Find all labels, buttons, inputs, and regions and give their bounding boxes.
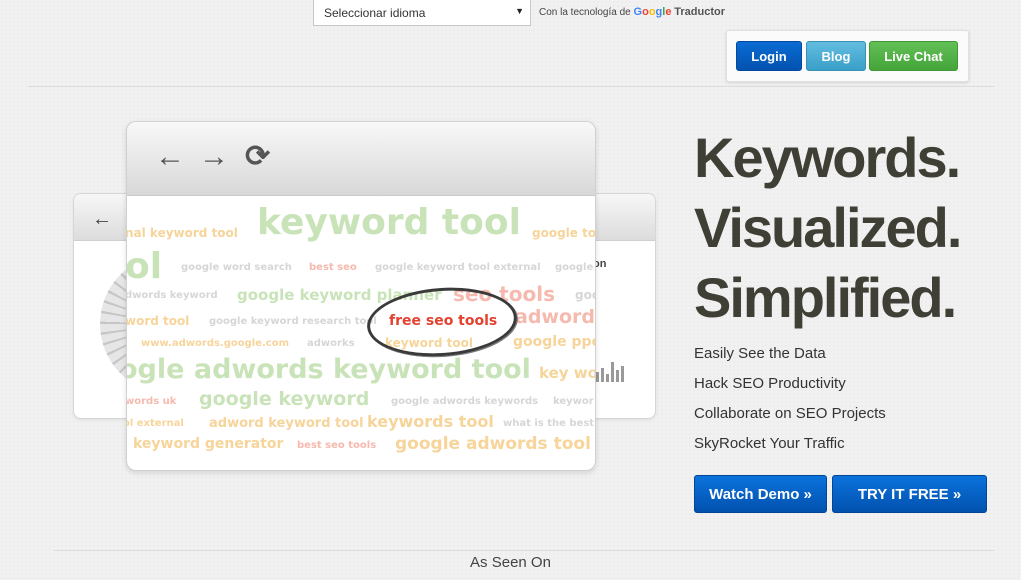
cloud-word: google keyword tool external: [375, 262, 541, 273]
auth-panel: Login Blog Live Chat: [726, 30, 969, 82]
divider-bottom: [54, 550, 994, 551]
try-it-free-button[interactable]: TRY IT FREE »: [832, 475, 987, 513]
cloud-word: goo: [575, 288, 595, 302]
watch-demo-button[interactable]: Watch Demo »: [694, 475, 827, 513]
feature-item: SkyRocket Your Traffic: [694, 435, 845, 452]
language-select[interactable]: Seleccionar idioma ▼: [313, 0, 531, 26]
keyword-cloud: keyword tool nal keyword tool google to …: [127, 196, 595, 470]
cloud-word: what is the best s: [503, 418, 595, 429]
hero-headline-line-3: Simplified.: [694, 266, 957, 329]
cloud-word: adword: [515, 306, 595, 328]
forward-arrow-icon: →: [199, 140, 229, 173]
cloud-word: google keyword: [199, 388, 370, 410]
cloud-word: www.adwords.google.com: [141, 338, 290, 349]
cloud-word: keywor: [553, 396, 594, 407]
feature-item: Collaborate on SEO Projects: [694, 405, 886, 422]
cloud-word: ol external: [127, 418, 184, 429]
powered-prefix: Con la tecnología de: [539, 7, 631, 18]
cloud-word: google adwords keywords: [391, 396, 539, 407]
refresh-icon: ⟳: [245, 140, 271, 173]
cloud-word: adword keyword tool: [209, 416, 364, 431]
login-button[interactable]: Login: [736, 41, 802, 71]
cloud-word: keywords tool: [367, 412, 494, 431]
feature-item: Hack SEO Productivity: [694, 375, 846, 392]
cloud-word: google: [555, 262, 594, 273]
cloud-word: google word search: [181, 262, 292, 273]
cloud-word: ol: [127, 246, 163, 287]
cloud-word: dwords keyword: [127, 290, 218, 301]
cloud-word: word tool: [127, 314, 190, 328]
cloud-word: ogle adwords keyword tool: [127, 354, 531, 385]
divider-top: [28, 86, 994, 87]
browser-front-toolbar: ← → ⟳: [127, 122, 595, 196]
mini-bar-graphic: [596, 342, 630, 382]
google-logo: Google: [633, 6, 672, 18]
blog-button[interactable]: Blog: [806, 41, 866, 71]
cloud-word: keyword tool: [257, 202, 521, 243]
language-select-value: Seleccionar idioma: [324, 6, 426, 20]
cloud-word: best seo: [309, 262, 357, 273]
powered-by-google: Con la tecnología de Google Traductor: [539, 6, 725, 18]
back-arrow-icon: ←: [92, 208, 112, 230]
feature-item: Easily See the Data: [694, 345, 826, 362]
live-chat-button[interactable]: Live Chat: [869, 41, 958, 71]
cloud-word: adworks: [307, 338, 355, 349]
hero-headline-line-1: Keywords.: [694, 126, 961, 189]
browser-illustration-front: ← → ⟳ keyword tool nal keyword tool goog…: [126, 121, 596, 471]
cloud-word: google adwords tool: [395, 434, 591, 454]
dropdown-arrow-icon: ▼: [515, 6, 524, 16]
cloud-word: best seo tools: [297, 440, 377, 451]
cloud-word: keyword generator: [133, 436, 284, 452]
hero-headline-line-2: Visualized.: [694, 196, 962, 259]
translate-service-name[interactable]: Traductor: [674, 6, 725, 18]
as-seen-on-heading: As Seen On: [470, 554, 551, 571]
cloud-word: google keyword research tool: [209, 316, 377, 327]
cloud-word: google to: [532, 226, 595, 240]
cloud-word: google ppc: [513, 334, 595, 350]
highlighted-keyword: free seo tools: [389, 313, 498, 329]
cloud-word: nal keyword tool: [127, 226, 238, 240]
cloud-word: key wo: [539, 364, 595, 382]
cloud-word: words uk: [127, 396, 177, 407]
back-arrow-icon: ←: [155, 140, 185, 173]
